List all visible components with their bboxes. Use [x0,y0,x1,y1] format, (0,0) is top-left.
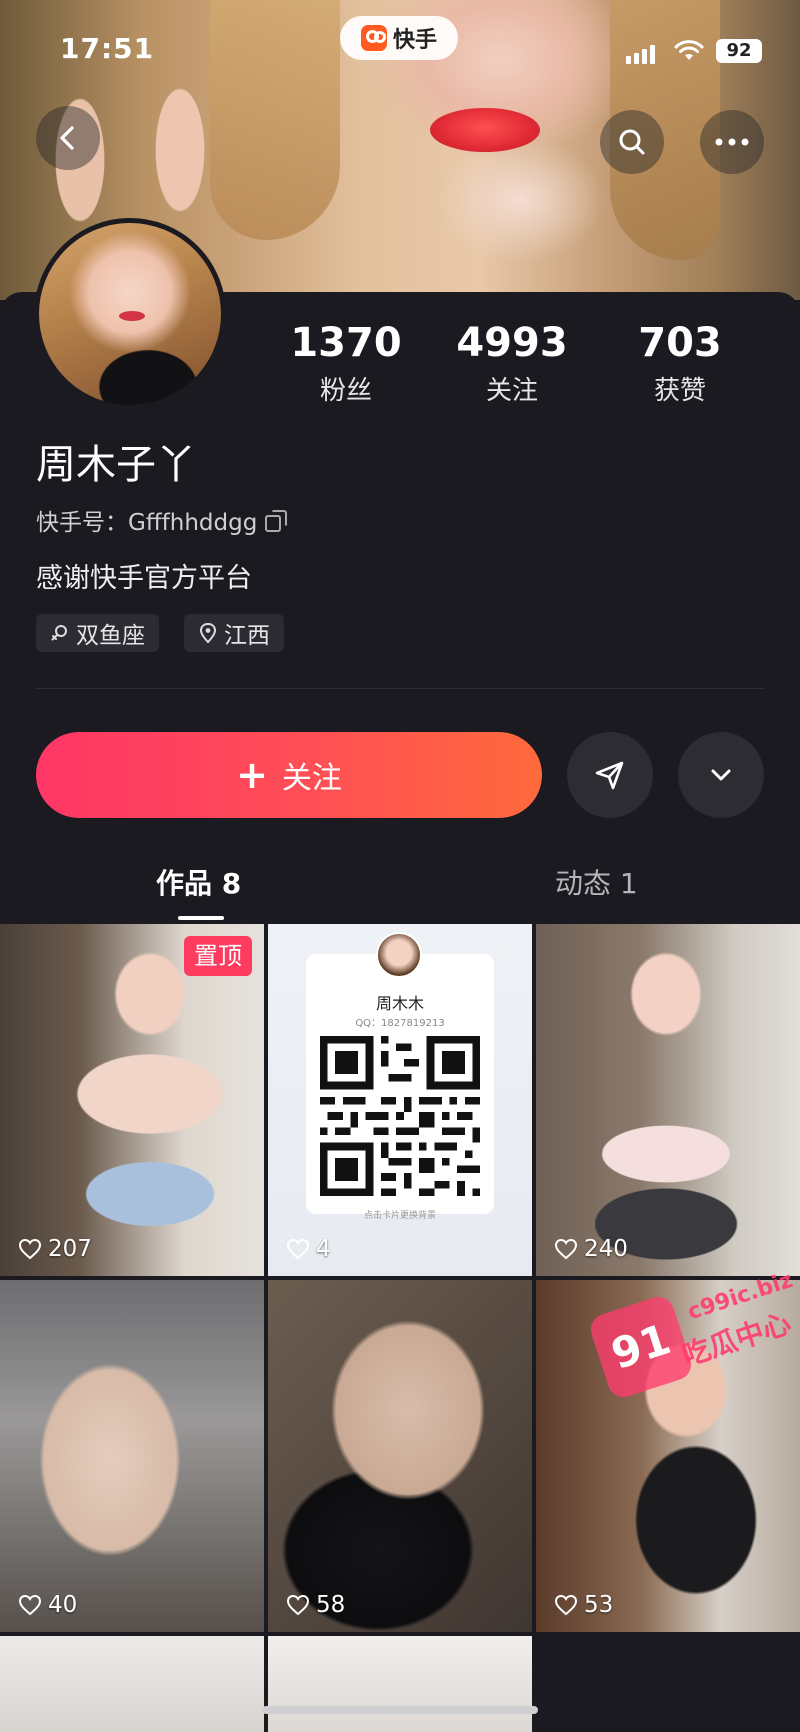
tag-label: 双鱼座 [76,623,145,649]
post-likes: 58 [286,1592,345,1618]
stat-value: 4993 [456,320,568,366]
stat-following[interactable]: 4993 关注 [432,320,592,407]
app-name: 快手 [392,28,437,53]
post-tile[interactable]: 40 [0,1280,264,1632]
qr-card-qq: QQ：1827819213 [355,1018,445,1029]
profile-bio: 感谢快手官方平台 [36,563,252,594]
stat-value: 703 [638,320,722,366]
kuaishou-id-text: 快手号：Gfffhhddgg [36,510,258,536]
post-likes-count: 4 [316,1236,331,1262]
heart-icon [554,1238,578,1260]
post-tile[interactable]: 58 [268,1280,532,1632]
post-tile[interactable] [0,1636,264,1732]
avatar[interactable] [34,218,226,410]
chevron-left-icon [60,126,74,150]
profile-name: 周木子丫 [36,442,196,488]
wifi-icon [674,40,704,60]
location-pin-icon [199,622,217,644]
stat-label: 获赞 [653,376,706,406]
post-likes-count: 40 [48,1592,78,1618]
heart-icon [554,1594,578,1616]
post-tile[interactable]: 置顶 207 [0,924,264,1276]
heart-icon [18,1238,42,1260]
heart-icon [286,1594,310,1616]
pinned-badge: 置顶 [184,936,252,976]
battery-indicator: 92 [716,39,762,63]
chevron-down-icon [711,769,731,781]
more-dots-icon [715,138,749,146]
post-tile[interactable]: 周木木 QQ：1827819213 点击卡片更换背景 4 [268,924,532,1276]
cellular-signal-icon [626,44,655,64]
tag-location[interactable]: 江西 [184,614,284,652]
stat-label: 粉丝 [319,376,372,406]
post-likes-count: 240 [584,1236,628,1262]
zodiac-icon [51,625,67,641]
paper-plane-icon [595,761,624,790]
plus-icon: + [236,753,268,797]
post-likes-count: 207 [48,1236,92,1262]
post-likes: 207 [18,1236,92,1262]
tag-label: 江西 [224,623,270,649]
stat-fans[interactable]: 1370 粉丝 [266,320,426,407]
search-icon [619,129,645,155]
app-name-pill: 快手 [340,16,458,60]
post-likes-count: 58 [316,1592,346,1618]
tab-works[interactable]: 作品 8 [156,862,241,902]
post-tile[interactable] [268,1636,532,1732]
copy-icon[interactable] [265,510,288,532]
heart-icon [286,1238,310,1260]
stat-label: 关注 [485,376,538,406]
qr-code-icon [320,1036,480,1196]
follow-button[interactable]: + 关注 [36,732,542,818]
tag-zodiac[interactable]: 双鱼座 [36,614,159,652]
expand-button[interactable] [678,732,764,818]
qr-card-hint: 点击卡片更换背景 [363,1211,436,1221]
kuaishou-id[interactable]: 快手号：Gfffhhddgg [36,503,288,537]
post-likes-count: 53 [584,1592,614,1618]
more-options-button[interactable] [700,110,764,174]
qr-avatar [376,932,422,978]
search-button[interactable] [600,110,664,174]
follow-label: 关注 [281,761,342,796]
post-likes: 40 [18,1592,77,1618]
qr-card-name: 周木木 [375,994,424,1013]
post-likes: 53 [554,1592,613,1618]
tab-moments[interactable]: 动态 1 [555,862,638,902]
back-button[interactable] [36,106,100,170]
status-time: 17:51 [60,32,155,65]
kuaishou-logo-icon [360,25,387,51]
post-tile[interactable]: 53 [536,1280,800,1632]
stat-likes[interactable]: 703 获赞 [600,320,760,407]
post-likes: 4 [286,1236,331,1262]
divider [36,688,764,689]
send-message-button[interactable] [567,732,653,818]
active-tab-indicator [178,916,224,920]
post-tile[interactable]: 240 [536,924,800,1276]
heart-icon [18,1594,42,1616]
post-likes: 240 [554,1236,628,1262]
stat-value: 1370 [290,320,402,366]
home-indicator[interactable] [262,1706,538,1714]
